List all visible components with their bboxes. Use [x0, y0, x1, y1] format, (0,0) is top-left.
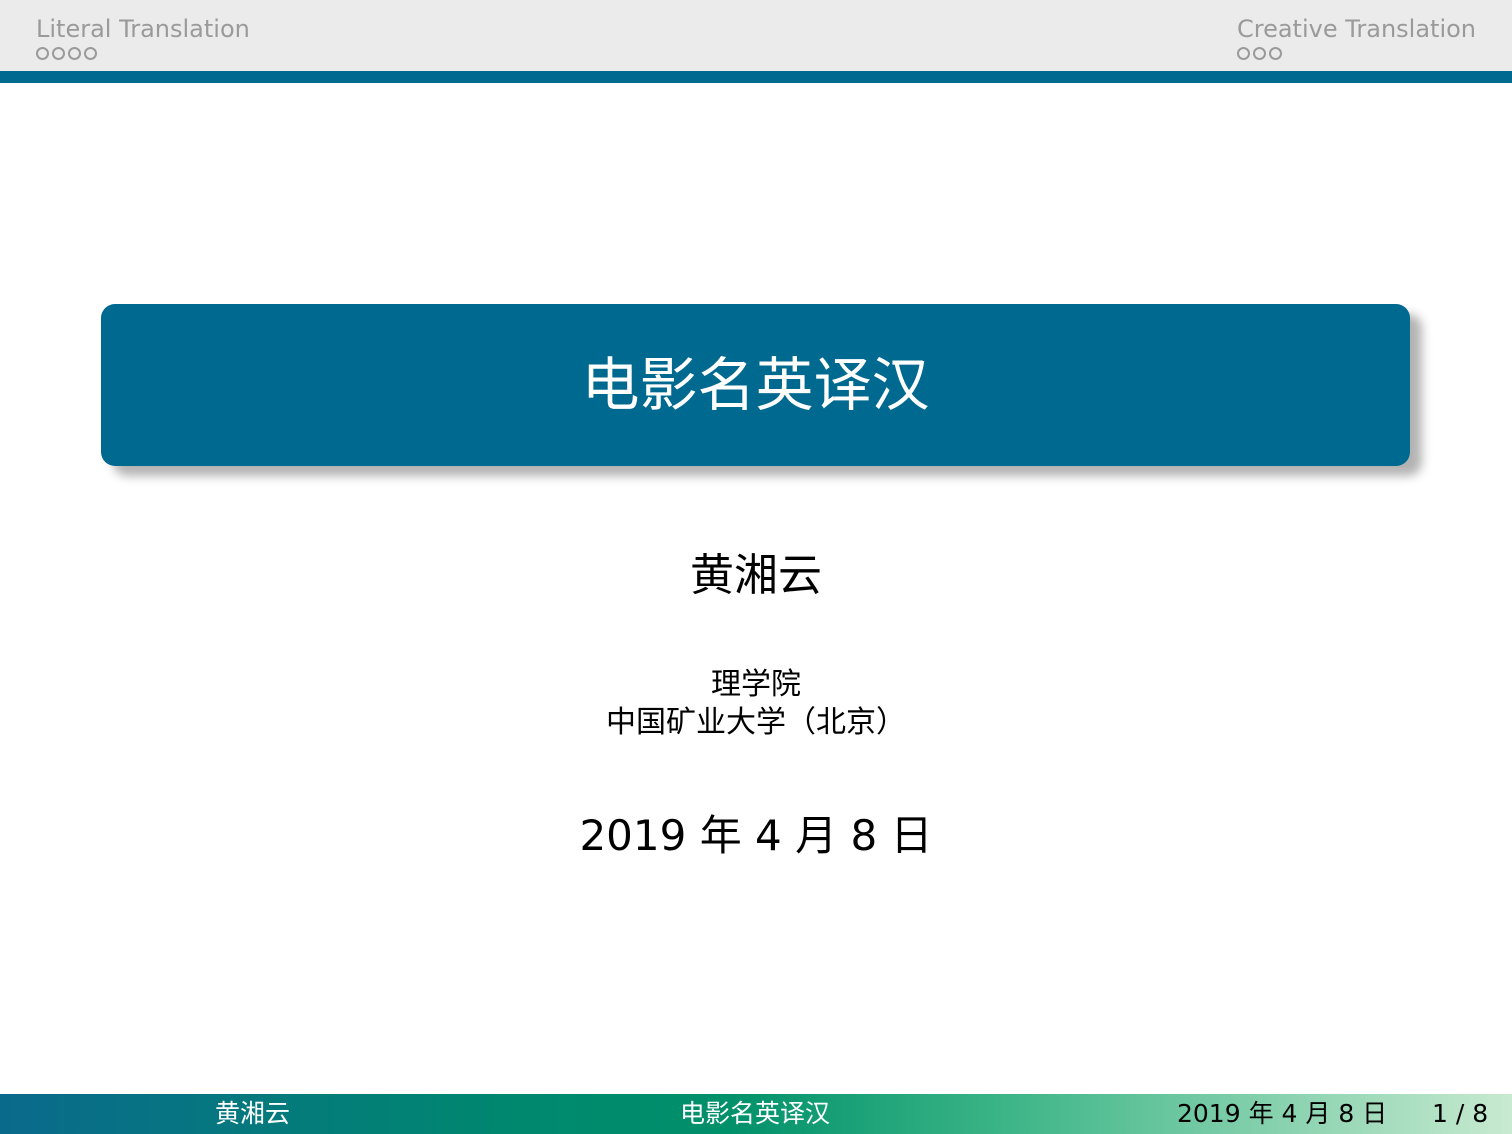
- header-bar: Literal Translation Creative Translation: [0, 0, 1512, 71]
- nav-section-label: Literal Translation: [36, 15, 250, 43]
- subsection-dot[interactable]: [68, 47, 81, 60]
- nav-section-label: Creative Translation: [1236, 15, 1476, 43]
- slide-title: 电影名英译汉: [581, 351, 930, 419]
- nav-section-creative[interactable]: Creative Translation: [1236, 14, 1476, 63]
- nav-section-literal[interactable]: Literal Translation: [36, 14, 250, 63]
- subsection-dot[interactable]: [1252, 47, 1266, 60]
- author-name: 黄湘云: [690, 550, 822, 601]
- presentation-date: 2019 年 4 月 8 日: [579, 811, 933, 860]
- footer-title: 电影名英译汉: [680, 1099, 831, 1128]
- footer-bar: 黄湘云 电影名英译汉 2019 年 4 月 8 日 1 / 8: [0, 1094, 1512, 1134]
- nav-dots-left: [36, 47, 250, 63]
- footer-date: 2019 年 4 月 8 日: [1177, 1099, 1388, 1128]
- slide: Literal Translation Creative Translation…: [0, 0, 1512, 1134]
- subsection-dot[interactable]: [36, 47, 49, 60]
- nav-dots-right: [1236, 47, 1476, 63]
- header-rule: [0, 71, 1512, 83]
- title-block: 电影名英译汉: [101, 304, 1410, 466]
- subsection-dot[interactable]: [52, 47, 65, 60]
- subsection-dot[interactable]: [1268, 47, 1282, 60]
- institute-line-2: 中国矿业大学（北京）: [606, 705, 906, 740]
- subsection-dot[interactable]: [1236, 47, 1250, 60]
- subsection-dot[interactable]: [84, 47, 97, 60]
- institute-line-1: 理学院: [711, 667, 801, 702]
- footer-page-number: 1 / 8: [1432, 1099, 1489, 1128]
- footer-author: 黄湘云: [215, 1099, 291, 1128]
